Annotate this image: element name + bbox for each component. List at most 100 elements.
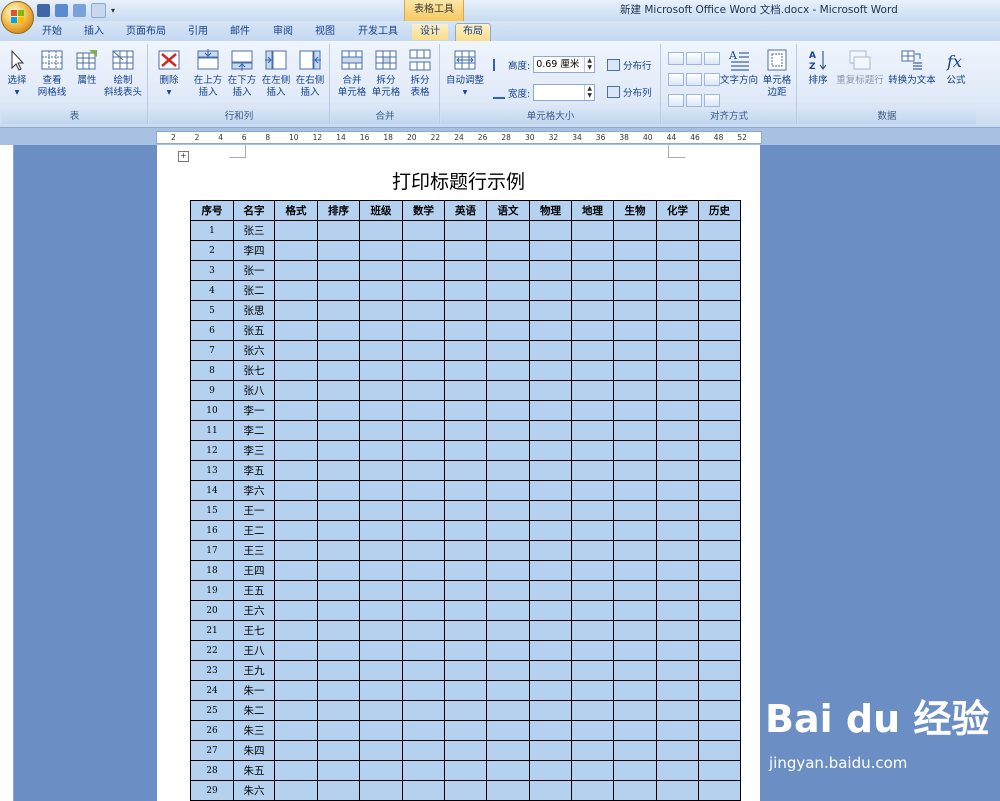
score-table[interactable]: 序号 名字 格式 排序 班级 数学 英语 语文 物理 地理 生物 化学 历史 1 张三 2 李四 3 张一 4 张二 5… bbox=[190, 200, 741, 801]
empty-cell[interactable] bbox=[317, 760, 360, 781]
empty-cell[interactable] bbox=[613, 260, 657, 281]
empty-cell[interactable] bbox=[444, 660, 487, 681]
name-cell[interactable]: 朱二 bbox=[233, 700, 275, 721]
name-cell[interactable]: 张七 bbox=[233, 360, 275, 381]
select-button[interactable]: 选择 ▾ bbox=[4, 48, 30, 99]
empty-cell[interactable] bbox=[359, 540, 403, 561]
draw-diagonal-header-button[interactable]: 绘制 斜线表头 bbox=[102, 48, 144, 99]
empty-cell[interactable] bbox=[444, 680, 487, 701]
properties-button[interactable]: 属性 bbox=[72, 48, 102, 87]
name-cell[interactable]: 朱六 bbox=[233, 780, 275, 801]
empty-cell[interactable] bbox=[444, 560, 487, 581]
tab-insert[interactable]: 插入 bbox=[76, 24, 112, 40]
formula-button[interactable]: fx 公式 bbox=[940, 48, 972, 87]
autofit-button[interactable]: 自动调整 ▾ bbox=[444, 48, 486, 99]
empty-cell[interactable] bbox=[444, 640, 487, 661]
empty-cell[interactable] bbox=[698, 480, 741, 501]
empty-cell[interactable] bbox=[613, 740, 657, 761]
row-number-cell[interactable]: 12 bbox=[190, 440, 234, 461]
empty-cell[interactable] bbox=[274, 220, 318, 241]
row-number-cell[interactable]: 3 bbox=[190, 260, 234, 281]
empty-cell[interactable] bbox=[274, 700, 318, 721]
empty-cell[interactable] bbox=[613, 580, 657, 601]
column-header[interactable]: 地理 bbox=[571, 200, 614, 221]
empty-cell[interactable] bbox=[359, 700, 403, 721]
empty-cell[interactable] bbox=[359, 780, 403, 801]
split-cells-button[interactable]: 拆分 单元格 bbox=[369, 48, 403, 99]
cell-margins-button[interactable]: 单元格 边距 bbox=[760, 48, 794, 99]
empty-cell[interactable] bbox=[529, 660, 572, 681]
empty-cell[interactable] bbox=[486, 580, 530, 601]
row-number-cell[interactable]: 4 bbox=[190, 280, 234, 301]
empty-cell[interactable] bbox=[317, 480, 360, 501]
name-cell[interactable]: 朱四 bbox=[233, 740, 275, 761]
empty-cell[interactable] bbox=[571, 560, 614, 581]
empty-cell[interactable] bbox=[402, 300, 445, 321]
empty-cell[interactable] bbox=[529, 260, 572, 281]
empty-cell[interactable] bbox=[698, 400, 741, 421]
empty-cell[interactable] bbox=[359, 520, 403, 541]
empty-cell[interactable] bbox=[402, 460, 445, 481]
empty-cell[interactable] bbox=[402, 720, 445, 741]
empty-cell[interactable] bbox=[274, 720, 318, 741]
empty-cell[interactable] bbox=[571, 240, 614, 261]
empty-cell[interactable] bbox=[698, 760, 741, 781]
empty-cell[interactable] bbox=[698, 540, 741, 561]
empty-cell[interactable] bbox=[402, 380, 445, 401]
empty-cell[interactable] bbox=[529, 340, 572, 361]
empty-cell[interactable] bbox=[656, 760, 699, 781]
empty-cell[interactable] bbox=[317, 440, 360, 461]
empty-cell[interactable] bbox=[359, 360, 403, 381]
empty-cell[interactable] bbox=[698, 560, 741, 581]
empty-cell[interactable] bbox=[613, 280, 657, 301]
office-button[interactable] bbox=[1, 1, 34, 34]
empty-cell[interactable] bbox=[274, 780, 318, 801]
empty-cell[interactable] bbox=[656, 320, 699, 341]
column-header[interactable]: 序号 bbox=[190, 200, 234, 221]
empty-cell[interactable] bbox=[317, 420, 360, 441]
empty-cell[interactable] bbox=[698, 500, 741, 521]
empty-cell[interactable] bbox=[444, 240, 487, 261]
name-cell[interactable]: 王七 bbox=[233, 620, 275, 641]
name-cell[interactable]: 朱三 bbox=[233, 720, 275, 741]
align-bottom-left-icon[interactable] bbox=[668, 94, 684, 107]
empty-cell[interactable] bbox=[359, 220, 403, 241]
empty-cell[interactable] bbox=[444, 460, 487, 481]
insert-above-button[interactable]: 在上方 插入 bbox=[191, 48, 225, 99]
empty-cell[interactable] bbox=[571, 660, 614, 681]
empty-cell[interactable] bbox=[698, 660, 741, 681]
empty-cell[interactable] bbox=[613, 640, 657, 661]
empty-cell[interactable] bbox=[529, 520, 572, 541]
empty-cell[interactable] bbox=[613, 420, 657, 441]
empty-cell[interactable] bbox=[486, 220, 530, 241]
empty-cell[interactable] bbox=[359, 400, 403, 421]
empty-cell[interactable] bbox=[402, 680, 445, 701]
empty-cell[interactable] bbox=[656, 520, 699, 541]
name-cell[interactable]: 王八 bbox=[233, 640, 275, 661]
empty-cell[interactable] bbox=[274, 360, 318, 381]
empty-cell[interactable] bbox=[613, 300, 657, 321]
empty-cell[interactable] bbox=[402, 500, 445, 521]
name-cell[interactable]: 张五 bbox=[233, 320, 275, 341]
empty-cell[interactable] bbox=[274, 440, 318, 461]
empty-cell[interactable] bbox=[486, 400, 530, 421]
empty-cell[interactable] bbox=[486, 440, 530, 461]
empty-cell[interactable] bbox=[274, 600, 318, 621]
empty-cell[interactable] bbox=[444, 620, 487, 641]
row-number-cell[interactable]: 14 bbox=[190, 480, 234, 501]
empty-cell[interactable] bbox=[274, 680, 318, 701]
empty-cell[interactable] bbox=[571, 580, 614, 601]
empty-cell[interactable] bbox=[486, 280, 530, 301]
empty-cell[interactable] bbox=[698, 740, 741, 761]
empty-cell[interactable] bbox=[486, 540, 530, 561]
empty-cell[interactable] bbox=[402, 360, 445, 381]
empty-cell[interactable] bbox=[444, 220, 487, 241]
name-cell[interactable]: 王九 bbox=[233, 660, 275, 681]
name-cell[interactable]: 朱五 bbox=[233, 760, 275, 781]
name-cell[interactable]: 张一 bbox=[233, 260, 275, 281]
empty-cell[interactable] bbox=[402, 660, 445, 681]
empty-cell[interactable] bbox=[486, 520, 530, 541]
empty-cell[interactable] bbox=[698, 320, 741, 341]
row-number-cell[interactable]: 26 bbox=[190, 720, 234, 741]
empty-cell[interactable] bbox=[402, 620, 445, 641]
